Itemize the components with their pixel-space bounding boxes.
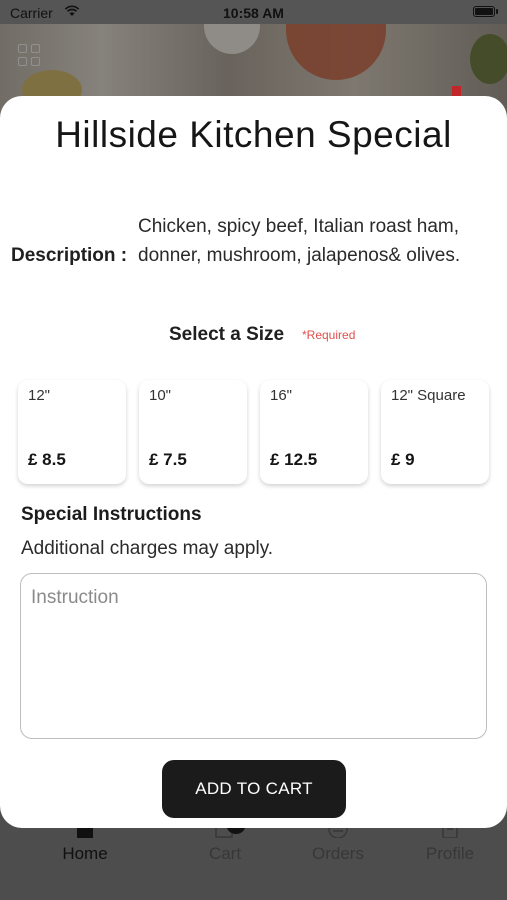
size-price: £ 9 [391, 450, 415, 469]
size-price: £ 7.5 [149, 450, 187, 469]
size-option-16[interactable]: 16" £ 12.5 [260, 380, 368, 484]
size-name: 16" [270, 387, 293, 404]
size-name: 12" Square [391, 387, 466, 404]
clock: 10:58 AM [223, 5, 284, 21]
size-option-10[interactable]: 10" £ 7.5 [139, 380, 247, 484]
add-to-cart-button[interactable]: ADD TO CART [162, 760, 346, 818]
size-option-12[interactable]: 12" £ 8.5 [18, 380, 126, 484]
dish-title: Hillside Kitchen Special [55, 114, 452, 155]
special-instructions-note: Additional charges may apply. [21, 538, 274, 559]
size-option-12-square[interactable]: 12" Square £ 9 [381, 380, 489, 484]
size-section-heading: Select a Size [169, 324, 285, 345]
battery-icon [473, 6, 498, 17]
description-label: Description : [11, 245, 128, 266]
description-text: Chicken, spicy beef, Italian roast ham, … [138, 216, 461, 266]
size-price: £ 12.5 [270, 450, 318, 469]
size-price: £ 8.5 [28, 450, 66, 469]
size-name: 10" [149, 387, 172, 404]
required-label: *Required [302, 328, 356, 342]
item-detail-modal: Hillside Kitchen Special Description : C… [0, 96, 507, 828]
instruction-field[interactable] [20, 573, 487, 739]
special-instructions-heading: Special Instructions [21, 504, 202, 525]
status-bar: Carrier 10:58 AM [0, 0, 507, 26]
size-name: 12" [28, 387, 51, 404]
